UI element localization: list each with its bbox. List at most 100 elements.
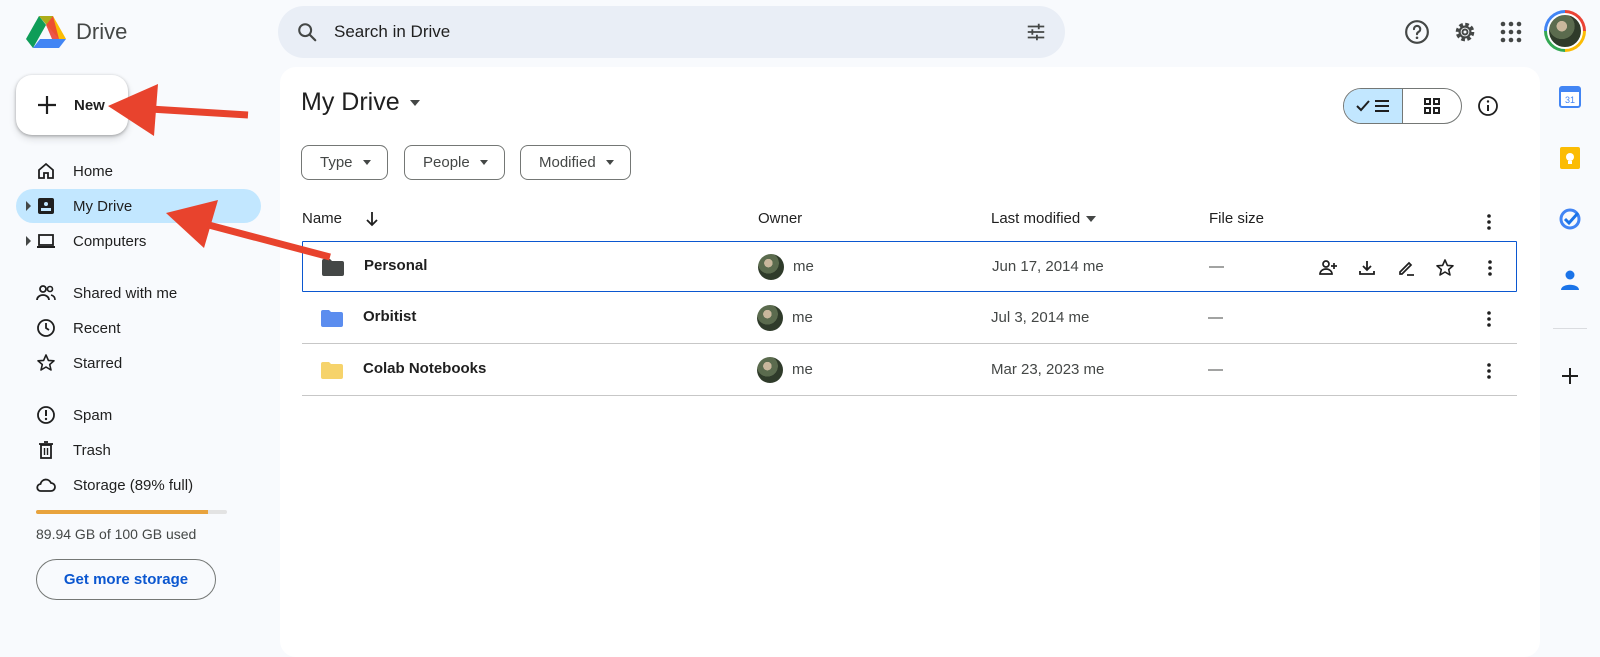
sidebar-item-label: Trash bbox=[73, 441, 111, 459]
last-modified: Jul 3, 2014 me bbox=[991, 309, 1090, 326]
settings-gear-icon[interactable] bbox=[1447, 14, 1483, 50]
row-more-options-icon[interactable] bbox=[1477, 255, 1502, 280]
row-quick-actions bbox=[1315, 255, 1457, 280]
page-title[interactable]: My Drive bbox=[301, 88, 420, 117]
folder-icon bbox=[321, 362, 343, 379]
chip-label: Type bbox=[320, 154, 353, 171]
trash-icon bbox=[39, 441, 53, 459]
sidebar-item-starred[interactable]: Starred bbox=[16, 346, 261, 380]
folder-icon bbox=[322, 259, 344, 276]
add-app-plus-icon[interactable] bbox=[1556, 362, 1584, 390]
drive-logo[interactable]: Drive bbox=[26, 12, 176, 52]
view-toggle[interactable] bbox=[1343, 88, 1462, 124]
owner-name: me bbox=[792, 361, 813, 378]
column-header-name[interactable]: Name bbox=[302, 210, 380, 227]
new-button[interactable]: New bbox=[16, 75, 128, 135]
star-icon bbox=[37, 354, 55, 371]
contacts-app-icon[interactable] bbox=[1556, 266, 1584, 294]
grid-view-button[interactable] bbox=[1403, 89, 1461, 123]
app-name: Drive bbox=[76, 19, 128, 44]
file-size: — bbox=[1209, 258, 1224, 275]
sidebar-item-home[interactable]: Home bbox=[16, 154, 261, 188]
clock-icon bbox=[37, 319, 55, 337]
sidebar-item-label: Starred bbox=[73, 354, 123, 372]
account-avatar[interactable] bbox=[1544, 10, 1586, 52]
sidebar-item-label: Recent bbox=[73, 319, 121, 337]
sidebar-item-spam[interactable]: Spam bbox=[16, 398, 261, 432]
folder-icon bbox=[321, 310, 343, 327]
sort-arrow-down-icon[interactable] bbox=[364, 211, 380, 227]
owner-avatar bbox=[758, 254, 784, 280]
column-header-owner[interactable]: Owner bbox=[758, 210, 802, 227]
column-label: Name bbox=[302, 210, 343, 227]
help-icon[interactable] bbox=[1399, 14, 1435, 50]
column-header-last-modified[interactable]: Last modified bbox=[991, 210, 1097, 227]
checked-list-icon bbox=[1356, 100, 1389, 112]
expand-caret-icon[interactable] bbox=[26, 201, 31, 211]
plus-icon bbox=[38, 96, 56, 114]
home-icon bbox=[38, 162, 54, 179]
spam-icon bbox=[37, 406, 55, 424]
search-input[interactable]: Search in Drive bbox=[334, 22, 1025, 42]
chevron-down-icon bbox=[362, 160, 371, 165]
table-row[interactable]: Colab Notebooks me Mar 23, 2023 me — bbox=[302, 345, 1517, 396]
sidebar-item-my-drive[interactable]: My Drive bbox=[16, 189, 261, 223]
filter-people-chip[interactable]: People bbox=[404, 145, 505, 180]
page-title-text: My Drive bbox=[301, 88, 400, 116]
download-icon[interactable] bbox=[1354, 255, 1379, 280]
list-view-button[interactable] bbox=[1344, 89, 1403, 123]
star-icon[interactable] bbox=[1432, 255, 1457, 280]
sidebar-item-label: Computers bbox=[73, 232, 147, 250]
expand-caret-icon[interactable] bbox=[26, 236, 31, 246]
owner-name: me bbox=[792, 309, 813, 326]
chip-label: Modified bbox=[539, 154, 596, 171]
column-header-file-size[interactable]: File size bbox=[1209, 210, 1264, 227]
owner-avatar bbox=[757, 357, 783, 383]
owner-name: me bbox=[793, 258, 814, 275]
sidebar-item-label: Spam bbox=[73, 406, 113, 424]
storage-usage-text: 89.94 GB of 100 GB used bbox=[36, 526, 197, 542]
last-modified: Mar 23, 2023 me bbox=[991, 361, 1105, 378]
file-name[interactable]: Colab Notebooks bbox=[363, 360, 486, 377]
chip-label: People bbox=[423, 154, 470, 171]
table-row[interactable]: Orbitist me Jul 3, 2014 me — bbox=[302, 293, 1517, 344]
get-more-storage-button[interactable]: Get more storage bbox=[36, 559, 216, 600]
new-button-label: New bbox=[74, 96, 105, 114]
sidebar-item-trash[interactable]: Trash bbox=[16, 433, 261, 467]
search-icon[interactable] bbox=[296, 21, 318, 43]
rename-pencil-icon[interactable] bbox=[1393, 255, 1418, 280]
storage-progress-bar bbox=[36, 510, 227, 514]
search-options-icon[interactable] bbox=[1025, 21, 1047, 43]
arrow-to-new-button bbox=[108, 84, 249, 136]
sidebar-item-storage[interactable]: Storage (89% full) bbox=[16, 468, 261, 502]
keep-app-icon[interactable] bbox=[1556, 144, 1584, 172]
title-dropdown-icon bbox=[409, 99, 420, 106]
filter-type-chip[interactable]: Type bbox=[301, 145, 388, 180]
sidebar-item-recent[interactable]: Recent bbox=[16, 311, 261, 345]
people-icon bbox=[36, 285, 56, 301]
computer-icon bbox=[37, 234, 55, 248]
owner-avatar bbox=[757, 305, 783, 331]
sidebar-item-computers[interactable]: Computers bbox=[16, 224, 261, 258]
row-more-options-icon[interactable] bbox=[1476, 358, 1501, 383]
sidebar-item-shared[interactable]: Shared with me bbox=[16, 276, 261, 310]
column-label: Last modified bbox=[991, 210, 1081, 227]
row-more-options-icon[interactable] bbox=[1476, 306, 1501, 331]
share-person-add-icon[interactable] bbox=[1315, 255, 1340, 280]
last-modified: Jun 17, 2014 me bbox=[992, 258, 1104, 275]
file-name[interactable]: Personal bbox=[364, 257, 427, 274]
caret-down-icon bbox=[1086, 215, 1097, 222]
apps-grid-icon[interactable] bbox=[1493, 14, 1529, 50]
tasks-app-icon[interactable] bbox=[1556, 205, 1584, 233]
info-icon[interactable] bbox=[1472, 90, 1504, 122]
file-name[interactable]: Orbitist bbox=[363, 308, 416, 325]
filter-modified-chip[interactable]: Modified bbox=[520, 145, 631, 180]
column-options-more-icon[interactable] bbox=[1476, 209, 1501, 234]
calendar-day: 31 bbox=[1565, 95, 1575, 105]
sidebar-item-label: Home bbox=[73, 162, 114, 180]
calendar-app-icon[interactable]: 31 bbox=[1556, 83, 1584, 111]
storage-progress-fill bbox=[36, 510, 208, 514]
table-row[interactable]: Personal me Jun 17, 2014 me — bbox=[302, 241, 1517, 292]
search-bar[interactable]: Search in Drive bbox=[278, 6, 1065, 58]
drive-logo-icon bbox=[26, 16, 66, 48]
